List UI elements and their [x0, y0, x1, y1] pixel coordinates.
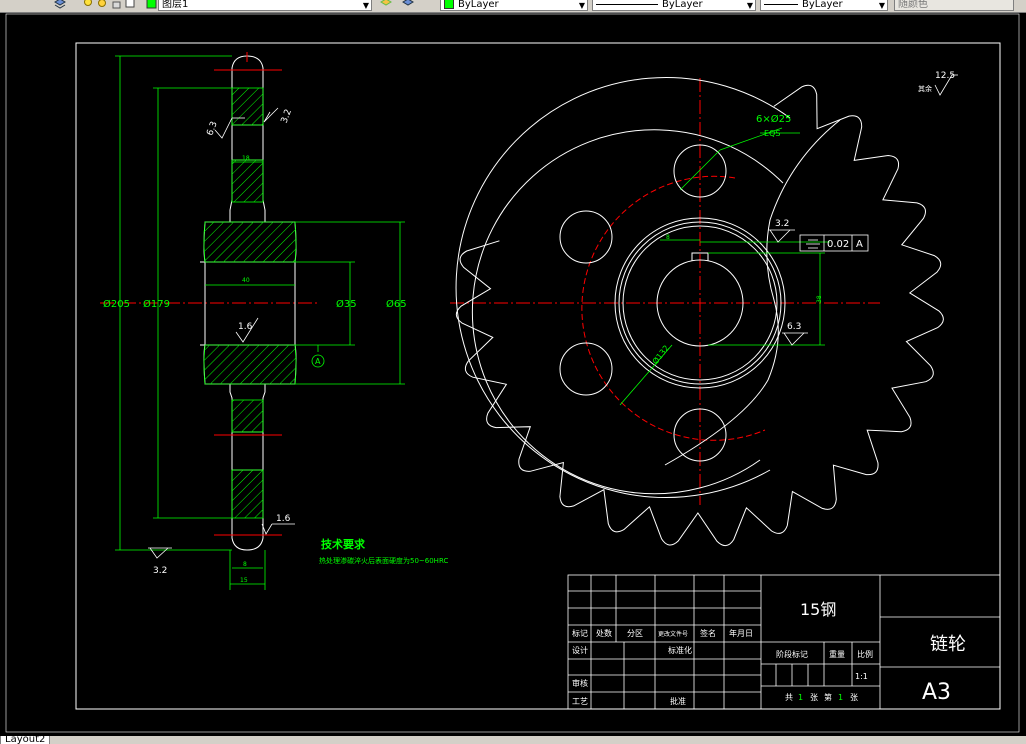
- chevron-down-icon: ▼: [362, 1, 369, 10]
- dim-d205: Ø205: [103, 298, 130, 310]
- tb-total-n: 1: [798, 693, 803, 702]
- lineweight-sample: [764, 3, 798, 5]
- roughness-left-32-top: 3.2: [280, 108, 294, 125]
- linetype-value: ByLayer: [662, 0, 703, 10]
- layout-tabs-bar: Layout2: [0, 736, 1026, 744]
- dim-tooth-width: 18: [242, 155, 250, 162]
- linetype-dropdown[interactable]: ByLayer ▼: [592, 0, 756, 11]
- chevron-down-icon: ▼: [878, 1, 885, 10]
- color-dropdown[interactable]: ByLayer ▼: [440, 0, 588, 11]
- tech-requirements-line1: 热处理渗碳淬火后表面硬度为50~60HRC: [319, 556, 448, 565]
- dim-eqs: EQS: [764, 129, 780, 138]
- tb-weight: 重量: [829, 649, 845, 659]
- color-value: ByLayer: [458, 0, 499, 10]
- roughness-other-value: 12.5: [935, 71, 955, 81]
- dim-d35: Ø35: [336, 298, 357, 310]
- dim-key-8: 8: [666, 234, 670, 241]
- lightening-hole-3: [559, 342, 613, 396]
- tb-total: 共: [785, 693, 793, 702]
- layer-dropdown[interactable]: 图层1 ▼: [158, 0, 372, 11]
- tb-no: 第: [824, 692, 832, 702]
- tb-check: 审核: [572, 678, 588, 688]
- tolerance-value: 0.02: [827, 239, 849, 250]
- layer-previous-icon[interactable]: [402, 0, 414, 9]
- layer-on-bulb-icon[interactable]: [82, 0, 94, 9]
- chevron-down-icon: ▼: [578, 1, 585, 10]
- linetype-sample: [596, 3, 658, 5]
- roughness-left-16-bottom: 1.6: [276, 514, 291, 524]
- layer-name: 图层1: [162, 0, 189, 10]
- tb-count: 处数: [596, 628, 612, 638]
- cut-edge: [664, 119, 841, 466]
- tb-std: 标准化: [668, 645, 692, 655]
- tb-ratio: 比例: [857, 649, 873, 659]
- dim-holes: 6×Ø25: [756, 113, 791, 125]
- roughness-left-63: 6.3: [205, 120, 219, 137]
- lineweight-value: ByLayer: [802, 0, 843, 10]
- color-swatch-icon: [444, 0, 454, 9]
- dim-hub-length: 40: [242, 277, 250, 284]
- tb-no-n: 1: [838, 693, 843, 702]
- roughness-left-32-bottom: 3.2: [153, 566, 167, 576]
- dim-width-15: 15: [240, 577, 248, 584]
- lineweight-dropdown[interactable]: ByLayer ▼: [760, 0, 888, 11]
- dim-width-8: 8: [243, 561, 247, 568]
- tolerance-datum: A: [856, 239, 863, 250]
- tb-design: 设计: [572, 645, 588, 655]
- tb-sheet-size: A3: [922, 680, 951, 705]
- tb-mark: 标记: [572, 628, 588, 638]
- tb-sheet-unit: 张: [810, 693, 818, 702]
- tech-requirements-title: 技术要求: [321, 537, 366, 551]
- plotstyle-dropdown[interactable]: 随颜色: [894, 0, 1014, 11]
- dim-pcd: Ø132: [650, 343, 671, 366]
- roughness-left-16-bore: 1.6: [238, 322, 253, 332]
- tb-sheet-unit-2: 张: [850, 693, 858, 702]
- lightening-hole-2: [559, 210, 613, 264]
- tb-scale: 1:1: [855, 672, 868, 681]
- layer-color-green-icon[interactable]: [146, 0, 158, 9]
- tb-date: 年月日: [729, 628, 753, 638]
- tb-stage: 阶段标记: [776, 649, 808, 659]
- chevron-down-icon: ▼: [746, 1, 753, 10]
- dim-d65: Ø65: [386, 298, 407, 310]
- make-current-layer-icon[interactable]: [380, 0, 392, 9]
- tb-sign: 签名: [700, 628, 716, 638]
- properties-toolbar: 图层1 ▼ ByLayer ▼ ByLayer ▼ ByLayer ▼ 随颜色: [0, 0, 1026, 13]
- roughness-right-32: 3.2: [775, 219, 789, 229]
- tb-material: 15钢: [800, 600, 836, 619]
- tb-approve: 批准: [670, 696, 686, 706]
- tb-zone: 分区: [627, 629, 643, 638]
- layer-freeze-sun-icon[interactable]: [96, 0, 108, 9]
- layer-manager-icon[interactable]: [54, 0, 66, 9]
- dim-keyway: 38: [816, 295, 823, 303]
- tb-process: 工艺: [572, 697, 588, 706]
- hole-pitch-circle: [581, 175, 766, 441]
- drawing-canvas[interactable]: Ø205 Ø179 Ø35 Ø65 40 18 15 8 A 6.3 3.2 1…: [0, 13, 1026, 736]
- roughness-other-label: 其余: [918, 84, 932, 93]
- roughness-symbols-left: [148, 107, 295, 559]
- roughness-right-63: 6.3: [787, 322, 801, 332]
- tb-doc: 更改文件号: [658, 630, 688, 638]
- datum-a-left: A: [315, 357, 321, 366]
- inner-web-arc: [471, 129, 784, 495]
- layout-tab[interactable]: Layout2: [0, 736, 51, 744]
- layer-lock-icon[interactable]: [110, 0, 122, 9]
- plotstyle-value: 随颜色: [898, 0, 928, 10]
- dim-d179: Ø179: [143, 298, 170, 310]
- layer-color-swatch-icon[interactable]: [124, 0, 136, 9]
- front-view: [450, 77, 944, 547]
- tb-part-name: 链轮: [930, 634, 966, 655]
